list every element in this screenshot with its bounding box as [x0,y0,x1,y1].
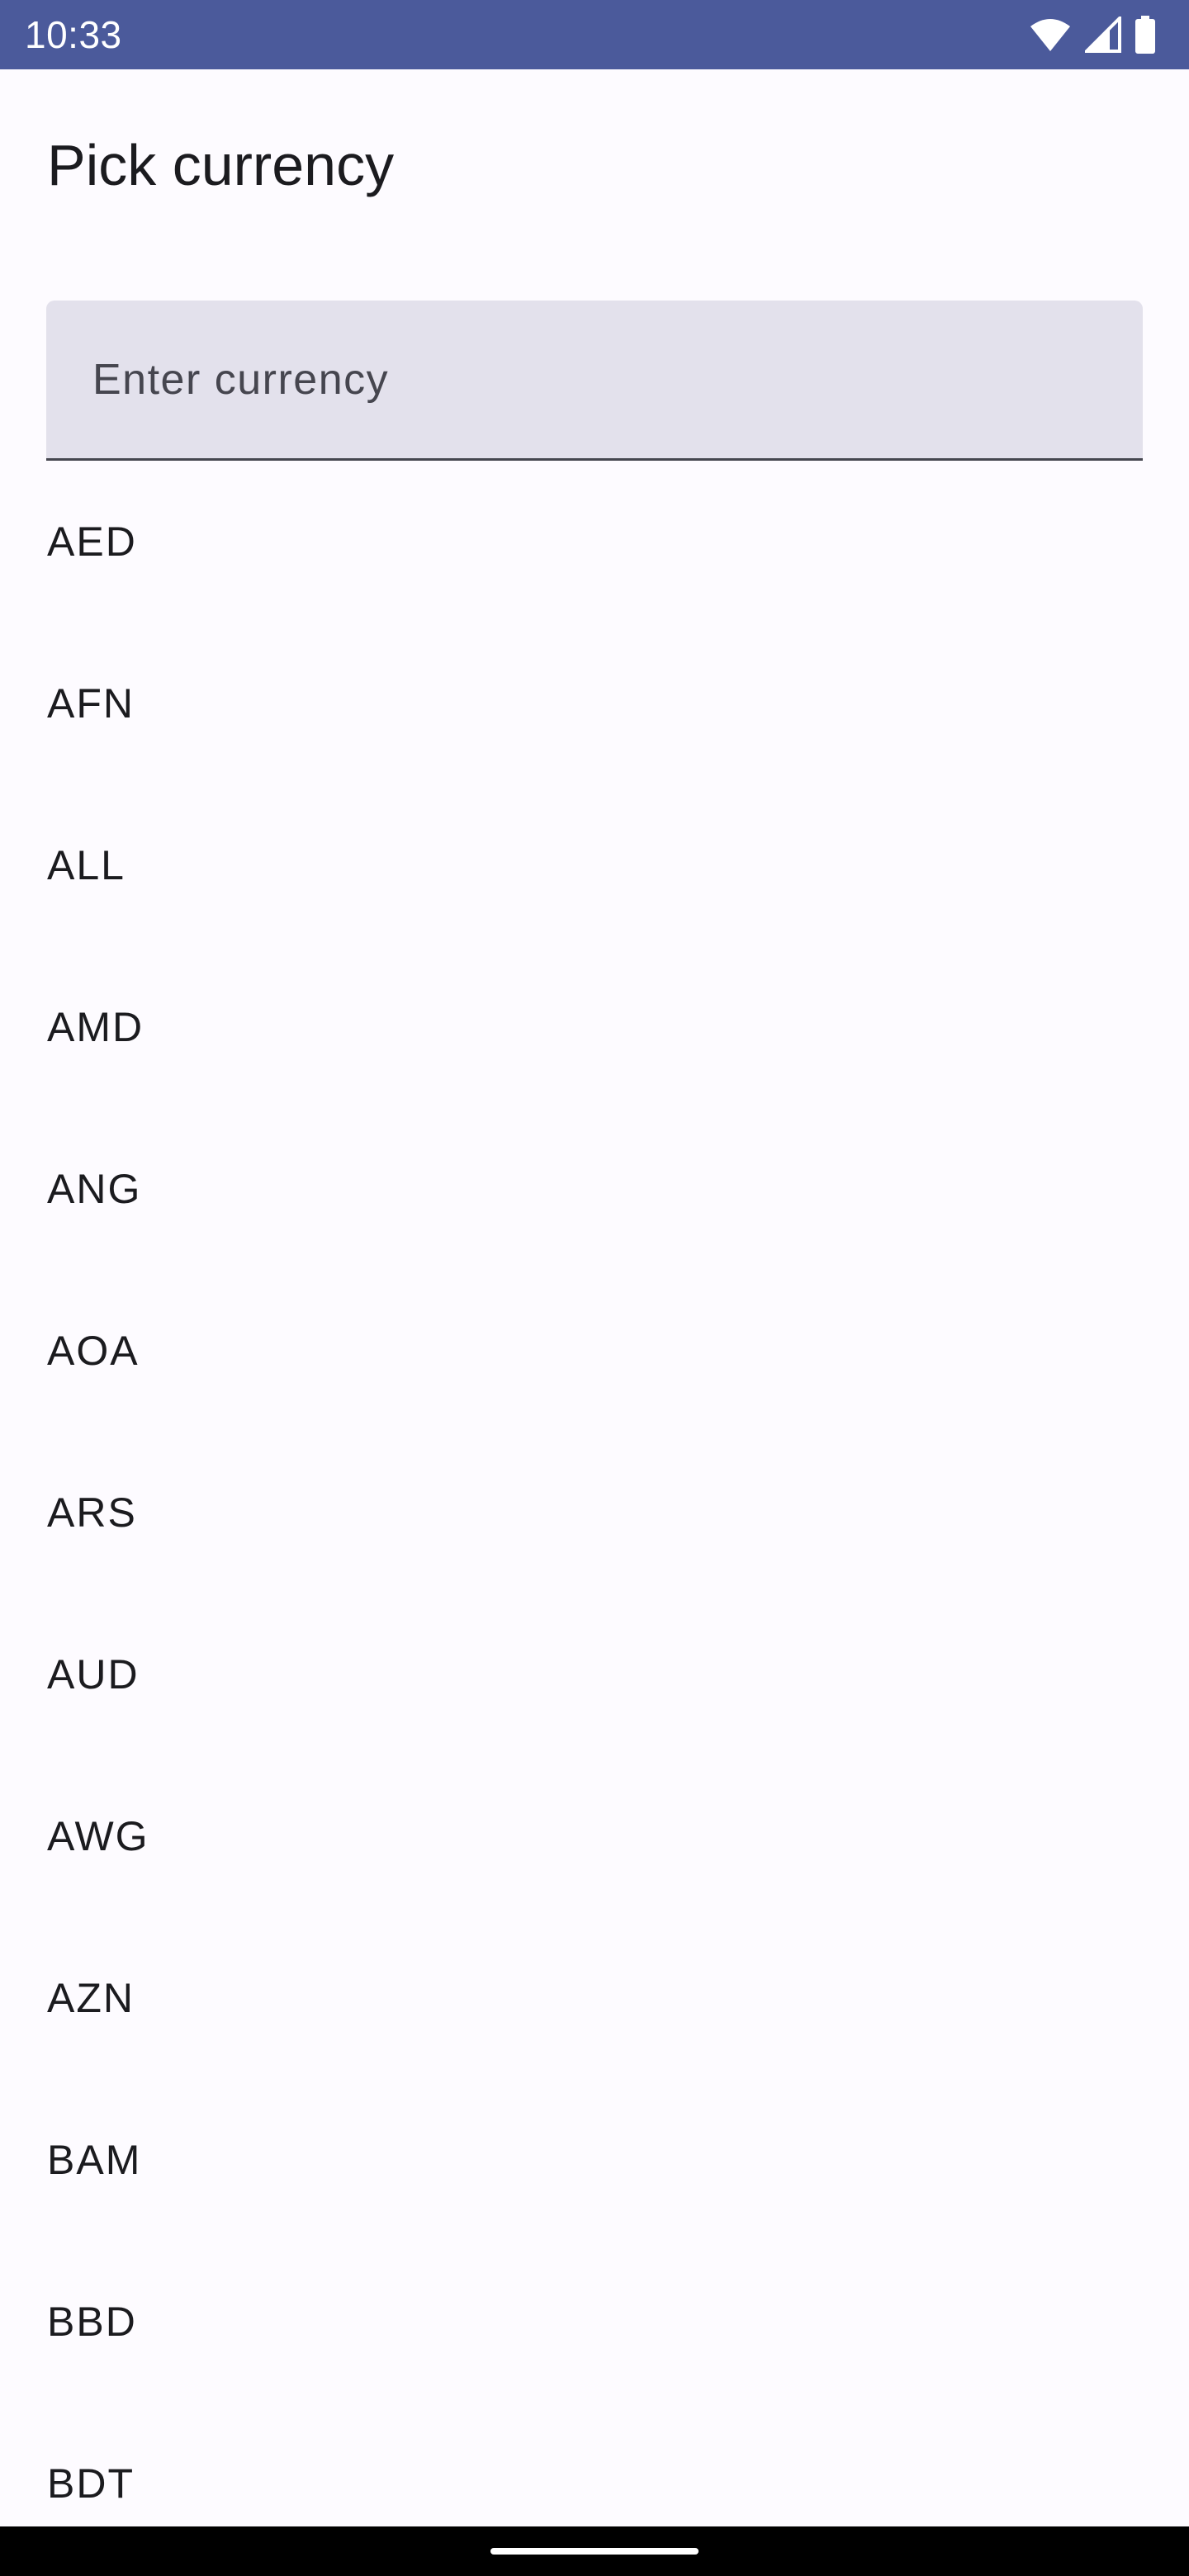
status-icons [1029,15,1156,54]
cellular-signal-icon [1085,17,1121,53]
list-item-ars[interactable]: ARS [0,1432,1189,1593]
list-item-aud[interactable]: AUD [0,1593,1189,1755]
status-bar: 10:33 [0,0,1189,69]
currency-search-input[interactable] [46,301,1143,458]
list-item-aoa[interactable]: AOA [0,1270,1189,1432]
list-item-aed[interactable]: AED [0,461,1189,623]
currency-search-field[interactable] [46,301,1143,461]
status-time: 10:33 [25,13,122,56]
currency-list[interactable]: AED AFN ALL AMD ANG AOA ARS AUD AWG AZN … [0,461,1189,2526]
list-item-ang[interactable]: ANG [0,1108,1189,1270]
list-item-bam[interactable]: BAM [0,2079,1189,2241]
list-item-bdt[interactable]: BDT [0,2403,1189,2526]
list-item-all[interactable]: ALL [0,784,1189,946]
list-item-bbd[interactable]: BBD [0,2241,1189,2403]
navigation-bar [0,2526,1189,2576]
list-item-azn[interactable]: AZN [0,1917,1189,2079]
home-gesture-handle[interactable] [490,2548,699,2555]
wifi-icon [1029,17,1072,53]
battery-icon [1135,16,1156,54]
list-item-awg[interactable]: AWG [0,1755,1189,1917]
list-item-amd[interactable]: AMD [0,946,1189,1108]
list-item-afn[interactable]: AFN [0,623,1189,784]
page-title: Pick currency [47,133,395,197]
